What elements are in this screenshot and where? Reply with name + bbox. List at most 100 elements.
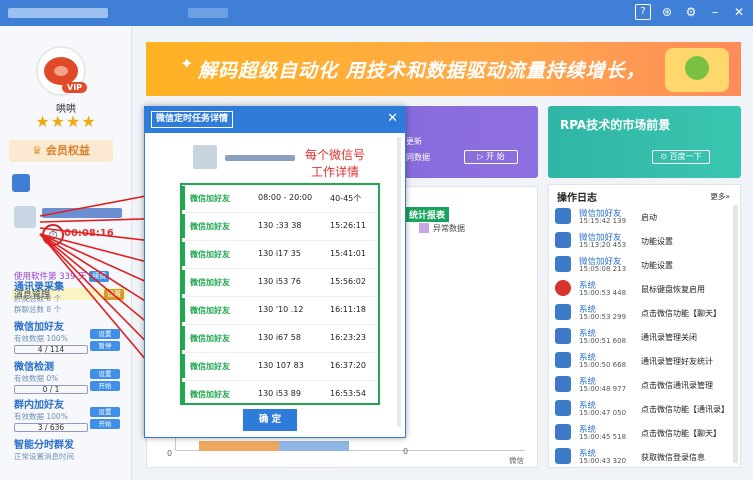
log-action: 通讯录管理关闭 [641, 333, 697, 342]
promo-banner[interactable]: ✦ 解码超级自动化 用技术和数据驱动流量持续增长， [146, 42, 741, 96]
dialog-header: 微信定时任务详情 ✕ [145, 107, 405, 133]
confirm-button[interactable]: 确 定 [243, 409, 297, 431]
log-time: 15:00:45 518 [579, 433, 627, 441]
close-icon[interactable]: ✕ [387, 111, 398, 126]
task-count-or-time: 16:37:20 [330, 361, 366, 370]
chart-bar [199, 441, 279, 451]
account-name-blurred [42, 208, 122, 218]
section-group-add-friends[interactable]: 群内加好友 有效数据 100% 3 / 636 设置 开始 [14, 396, 124, 432]
log-row: 系统 15:00:43 320 获取微信登录信息 [555, 447, 735, 467]
settings-button[interactable]: 设置 [90, 369, 120, 379]
progress-group-add: 3 / 636 [14, 423, 88, 432]
task-count-or-time: 16:23:23 [330, 333, 366, 342]
section-add-friends[interactable]: 微信加好友 有效数据 100% 4 / 114 设置 暂停 [14, 318, 124, 354]
row-accent [182, 270, 185, 294]
log-time: 15:15:42 139 [579, 217, 627, 225]
crown-icon: ♛ [32, 144, 46, 157]
legend-label: 异常数据 [433, 224, 465, 233]
wechat-icon [555, 208, 571, 224]
row-accent [182, 382, 185, 403]
rpa-card-title: RPA技术的市场前景 [560, 118, 671, 132]
chart-bar [279, 441, 349, 451]
task-name: 微信加好友 [190, 222, 230, 231]
task-name: 微信加好友 [190, 306, 230, 315]
title-bar: ? ⊛ ⚙ – ✕ [0, 0, 753, 26]
log-action: 点击微信功能【聊天】 [641, 309, 721, 318]
help-icon[interactable]: ? [635, 4, 651, 20]
log-row: 微信加好友 15:05:08 213 功能设置 [555, 255, 735, 278]
account-avatar [14, 206, 36, 228]
wechat-icon [555, 328, 571, 344]
banner-text: 解码超级自动化 用技术和数据驱动流量持续增长， [198, 60, 646, 82]
log-time: 15:00:50 668 [579, 361, 627, 369]
upload-icon[interactable]: ⊛ [659, 4, 675, 20]
task-row: 微信加好友 130 '10 .12 16:11:18 [182, 295, 378, 325]
task-time-or-phone: 130 i17 35 [258, 249, 301, 258]
wechat-account-blurred [225, 155, 295, 161]
task-detail-dialog: 微信定时任务详情 ✕ 每个微信号 工作详情 微信加好友 08:00 - 20:00… [144, 106, 406, 438]
account-card[interactable]: ⏱ 00:08:16 [12, 204, 126, 262]
start-button[interactable]: 开始 [90, 381, 120, 391]
app-title-blurred [8, 8, 108, 18]
section-wechat-check[interactable]: 微信检测 有效数据 0% 0 / 1 设置 开始 [14, 358, 124, 394]
minimize-icon[interactable]: – [707, 4, 723, 20]
progress-add-friends: 4 / 114 [14, 345, 88, 354]
log-action: 启动 [641, 213, 657, 222]
log-scrollbar[interactable] [733, 205, 738, 463]
task-count-or-time: 16:53:54 [330, 389, 366, 398]
row-accent [182, 242, 185, 266]
wechat-icon [555, 400, 571, 416]
stats-report-tag[interactable]: 统计报表 [405, 207, 450, 222]
log-time: 15:00:43 320 [579, 457, 627, 465]
calendar-icon[interactable] [12, 174, 30, 192]
log-time: 15:05:08 213 [579, 265, 627, 273]
task-row: 微信加好友 130 i67 58 16:23:23 [182, 323, 378, 353]
gear-icon[interactable]: ⚙ [683, 4, 699, 20]
y-axis-zero: 0 [167, 449, 173, 458]
task-row: 微信加好友 130 i53 76 15:56:02 [182, 267, 378, 297]
wechat-icon [555, 352, 571, 368]
log-action: 功能设置 [641, 237, 673, 246]
banner-illustration [665, 48, 729, 92]
task-time-or-phone: 08:00 - 20:00 [258, 193, 313, 202]
task-table: 微信加好友 08:00 - 20:00 40-45个 微信加好友 130 :33 38 1… [180, 183, 380, 405]
log-title: 操作日志 [557, 193, 597, 204]
log-row: 微信加好友 15:15:42 139 启动 [555, 207, 735, 230]
dialog-title: 微信定时任务详情 [151, 111, 234, 128]
task-time-or-phone: 130 i67 58 [258, 333, 301, 342]
task-row: 微信加好友 130 :33 38 15:26:11 [182, 211, 378, 241]
close-icon[interactable]: ✕ [731, 4, 747, 20]
log-row: 系统 15:00:51 608 通讯录管理关闭 [555, 327, 735, 350]
start-button[interactable]: ▷ 开 始 [464, 150, 518, 164]
pause-button[interactable]: 暂停 [90, 341, 120, 351]
row-accent [182, 214, 185, 238]
vip-badge: VIP [62, 82, 88, 93]
log-row: 系统 15:00:50 668 通讯录管理好友统计 [555, 351, 735, 374]
wechat-icon [555, 304, 571, 320]
log-action: 点击微信通讯录管理 [641, 381, 713, 390]
task-name: 微信加好友 [190, 334, 230, 343]
task-time-or-phone: 130 :33 38 [258, 221, 302, 230]
log-action: 获取微信登录信息 [641, 453, 705, 462]
settings-button[interactable]: 设置 [90, 329, 120, 339]
progress-wechat-check: 0 / 1 [14, 385, 88, 394]
wechat-icon [555, 376, 571, 392]
legend-swatch [419, 223, 429, 233]
log-row: 系统 15:00:45 518 点击微信功能【聊天】 [555, 423, 735, 446]
baidu-search-button[interactable]: ⊙ 百度一下 [652, 150, 710, 164]
settings-button[interactable]: 设置 [90, 407, 120, 417]
start-button[interactable]: 开始 [90, 419, 120, 429]
member-benefits-button[interactable]: ♛ 会员权益 [9, 140, 113, 162]
log-time: 15:00:53 299 [579, 313, 627, 321]
task-time-or-phone: 130 i53 76 [258, 277, 301, 286]
more-link[interactable]: 更多» [710, 191, 730, 202]
task-count-or-time: 16:11:18 [330, 305, 366, 314]
alert-icon [555, 280, 571, 296]
task-time-or-phone: 130 '10 .12 [258, 305, 304, 314]
section-contact-collect[interactable]: 通讯录采集 好友总数 8 个 群聊总数 8 个 [14, 278, 124, 315]
section-smart-broadcast[interactable]: 智能分时群发 正常设置消息时间 [14, 436, 124, 462]
log-time: 15:00:48 977 [579, 385, 627, 393]
dialog-scrollbar[interactable] [397, 137, 401, 427]
log-row: 微信加好友 15:13:20 453 功能设置 [555, 231, 735, 254]
log-time: 15:00:47 050 [579, 409, 627, 417]
